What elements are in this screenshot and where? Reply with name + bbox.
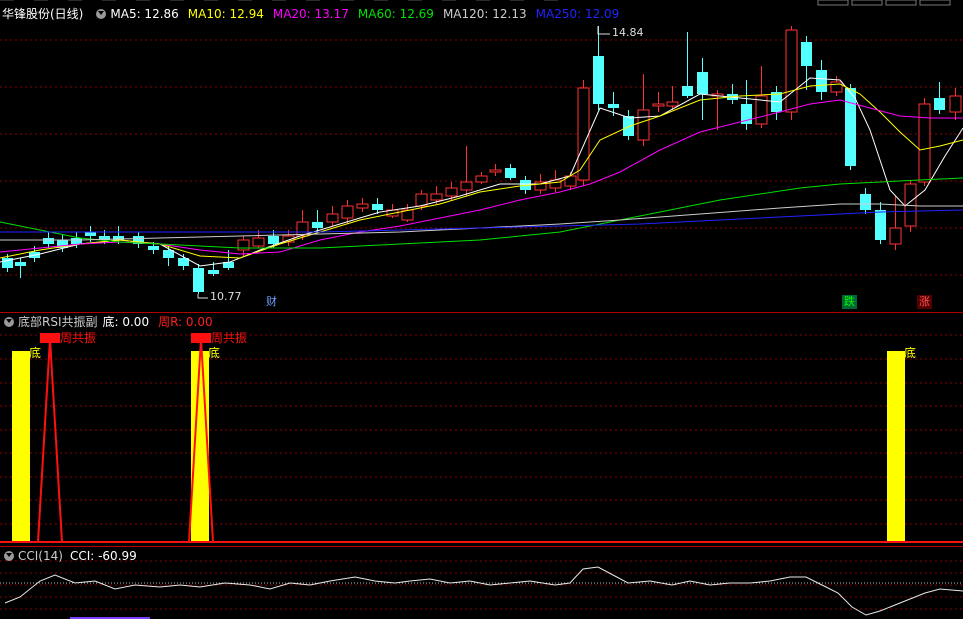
candlestick-chart[interactable]: 14.84 10.77 [0, 0, 963, 312]
ma250-label: MA250: 12.09 [535, 7, 620, 21]
zhou-flag-label: 周共振 [60, 331, 96, 345]
candle-body [193, 268, 204, 292]
rsi-indicator-chart[interactable]: 底底底周共振 周共振 [0, 313, 963, 546]
candle-body [372, 204, 383, 210]
high-leader [597, 26, 610, 35]
stock-title: 华锋股份(日线) [2, 7, 84, 21]
legend-toggle-icon[interactable] [4, 317, 14, 327]
fall-marker[interactable]: 跌 [842, 295, 857, 309]
candle-body [889, 227, 902, 245]
ma60-line [0, 177, 963, 249]
candle-body [208, 270, 219, 274]
candle-body [445, 187, 458, 197]
candle-body [326, 213, 339, 223]
low-leader [197, 294, 208, 299]
di-signal-label: 底 [904, 345, 916, 360]
candle-body [666, 101, 679, 107]
zhou-flag [40, 333, 60, 343]
legend-toggle-icon[interactable] [96, 9, 107, 19]
zhou-value: 周R: 0.00 [158, 315, 213, 329]
candle-body [682, 86, 693, 96]
zhou-flag [191, 333, 211, 343]
candle-body [875, 210, 886, 240]
candle-body [268, 236, 279, 244]
candle-body [356, 203, 369, 209]
candle-body [577, 87, 590, 181]
candle-body [652, 103, 665, 107]
cci-name: CCI(14) [18, 549, 63, 563]
candle-body [85, 232, 96, 236]
candle-body [505, 168, 516, 178]
di-value: 底: 0.00 [102, 315, 150, 329]
candle-body [43, 238, 54, 244]
candle-body [801, 42, 812, 66]
candle-body [860, 194, 871, 210]
ma60-label: MA60: 12.69 [357, 7, 434, 21]
di-signal-bar [12, 351, 30, 541]
candle-body [312, 222, 323, 228]
zhou-spike [37, 338, 63, 543]
candle-body [148, 246, 159, 250]
indicator-legend: 底部RSI共振副 底: 0.00 周R: 0.00 [0, 313, 222, 331]
candle-body [934, 98, 945, 110]
ma250-line [0, 209, 963, 233]
low-price-label: 10.77 [210, 290, 242, 303]
candle-body [252, 237, 265, 247]
cci-panel[interactable]: CCI(14) CCI: -60.99 [0, 547, 963, 619]
candle-body [785, 29, 798, 113]
candle-body [460, 181, 473, 191]
candle-body [918, 103, 931, 183]
price-legend: 华锋股份(日线) MA5: 12.86 MA10: 12.94 MA20: 13… [0, 5, 628, 23]
candle-body [623, 116, 634, 136]
di-signal-bar [887, 351, 905, 541]
ma120-label: MA120: 12.13 [442, 7, 527, 21]
candle-body [697, 72, 708, 94]
rise-marker[interactable]: 涨 [917, 295, 932, 309]
cci-line [4, 566, 963, 616]
indicator-name: 底部RSI共振副 [18, 315, 98, 329]
finance-marker[interactable]: 财 [264, 295, 279, 309]
candle-body [475, 175, 488, 183]
candle-body [489, 169, 502, 173]
price-chart-panel[interactable]: 14.84 10.77 华锋股份(日线) MA5: 12.86 MA10: 12.… [0, 0, 963, 312]
cci-legend: CCI(14) CCI: -60.99 [0, 547, 146, 565]
legend-toggle-icon[interactable] [4, 551, 14, 561]
di-signal-label: 底 [208, 345, 220, 360]
zhou-flag-label: 周共振 [211, 331, 247, 345]
candle-body [15, 262, 26, 266]
candle-body [830, 81, 843, 93]
ma10-label: MA10: 12.94 [187, 7, 264, 21]
candle-body [816, 70, 827, 92]
cci-value: CCI: -60.99 [69, 549, 137, 563]
candle-body [341, 205, 354, 219]
rsi-indicator-panel[interactable]: 底底底周共振 周共振 底部RSI共振副 底: 0.00 周R: 0.00 [0, 313, 963, 546]
candle-body [430, 193, 443, 201]
ma20-label: MA20: 13.17 [272, 7, 349, 21]
candle-body [608, 104, 619, 108]
candle-body [593, 56, 604, 104]
candle-body [71, 238, 82, 244]
di-signal-label: 底 [29, 345, 41, 360]
high-price-label: 14.84 [612, 26, 644, 39]
candle-body [949, 95, 962, 113]
candle-body [637, 109, 650, 141]
candle-body [845, 88, 856, 166]
ma5-label: MA5: 12.86 [110, 7, 179, 21]
